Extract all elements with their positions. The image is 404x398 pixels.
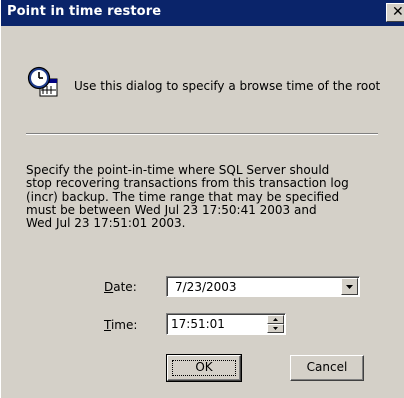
cancel-button[interactable]: Cancel [290,355,364,381]
time-value: 17:51:01 [171,317,225,331]
dialog-window: Point in time restore ✕ Use this dialog … [0,0,404,398]
description-line: must be between Wed Jul 23 17:50:41 2003… [26,202,317,217]
ok-button[interactable]: OK [166,354,242,382]
date-label-accelerator: D [104,280,114,294]
time-increment-button[interactable] [267,315,284,324]
date-combobox[interactable]: 7/23/2003 [166,276,360,297]
description-line: stop recovering transactions from this t… [26,176,349,191]
window-title: Point in time restore [7,4,162,19]
chevron-down-icon [346,285,353,289]
divider [26,133,378,135]
time-spinner[interactable]: 17:51:01 [166,313,286,335]
title-bar[interactable]: Point in time restore ✕ [1,0,404,26]
intro-text: Use this dialog to specify a browse time… [74,79,381,93]
clock-calendar-icon [27,66,58,97]
close-icon: ✕ [392,4,404,20]
arrow-up-icon [273,318,278,321]
ok-label: OK [195,360,213,374]
date-dropdown-button[interactable] [341,278,358,295]
description-line: Specify the point-in-time where SQL Serv… [26,163,330,177]
time-label: Time: [104,318,137,332]
time-decrement-button[interactable] [267,324,284,333]
description-line: (incr) backup. The time range that may b… [26,189,340,204]
close-button[interactable]: ✕ [386,3,404,22]
time-label-accelerator: T [104,318,111,332]
arrow-down-icon [273,327,278,330]
date-label: Date: [104,280,137,294]
date-label-text: ate: [113,280,137,294]
date-value: 7/23/2003 [175,280,237,294]
description-text: Specify the point-in-time where SQL Serv… [26,163,378,231]
cancel-label: Cancel [306,360,348,374]
description-line: Wed Jul 23 17:51:01 2003. [26,216,186,231]
time-label-text: ime: [110,318,138,332]
